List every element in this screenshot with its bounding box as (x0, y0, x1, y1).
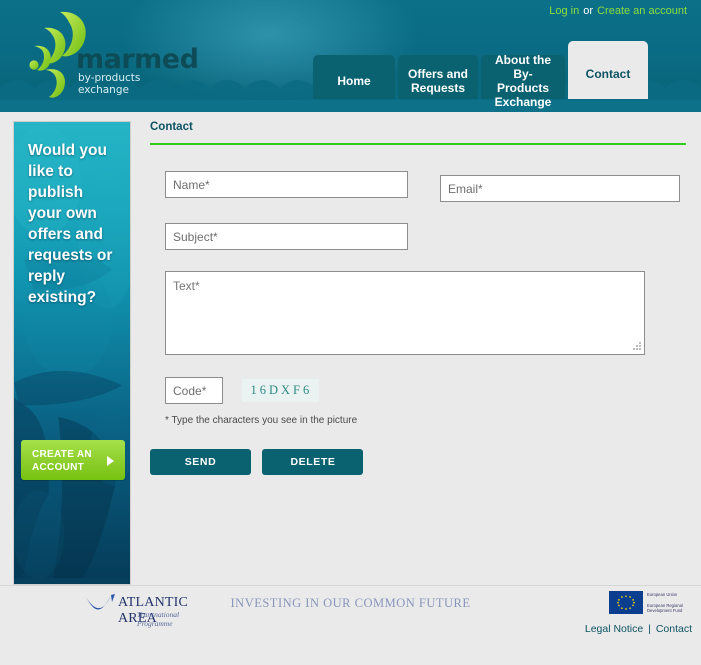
eu-funding-block: European Union European Regional Develop… (609, 589, 693, 619)
tab-about-the-by-products-exchange[interactable]: About the By-Products Exchange (481, 53, 565, 109)
create-account-button-label: CREATE AN ACCOUNT (32, 449, 92, 473)
eu-fund-label: European Regional Development Fund (647, 603, 683, 613)
main-navigation: Home Offers and Requests About the By-Pr… (313, 41, 648, 109)
play-arrow-icon (107, 456, 114, 466)
captcha-row: 16DXF6 (165, 377, 320, 404)
captcha-code-input[interactable] (165, 377, 223, 404)
topbar-separator: or (583, 5, 594, 17)
site-logo[interactable]: marmed by-products exchange (14, 8, 199, 100)
send-button[interactable]: SEND (150, 449, 251, 475)
create-account-button[interactable]: CREATE AN ACCOUNT (21, 440, 125, 480)
create-account-link[interactable]: Create an account (597, 5, 687, 17)
delete-button[interactable]: DELETE (262, 449, 364, 475)
eu-flag-icon (609, 591, 643, 614)
legal-notice-link[interactable]: Legal Notice (585, 623, 643, 635)
footer-links: Legal Notice | Contact (585, 623, 692, 635)
contact-form: 16DXF6 * Type the characters you see in … (150, 171, 687, 641)
subject-input[interactable] (165, 223, 408, 250)
main-content: Contact 16DXF6 * Type the characters you… (150, 121, 687, 641)
tab-contact[interactable]: Contact (568, 41, 648, 99)
message-textarea[interactable] (165, 271, 645, 355)
site-footer: ATLANTIC AREA Transnational Programme IN… (0, 585, 701, 665)
form-actions: SEND DELETE (150, 449, 364, 475)
title-underline (150, 143, 686, 145)
footer-links-separator: | (648, 623, 651, 635)
sidebar-promo-heading: Would you like to publish your own offer… (28, 142, 113, 306)
header-lower-band (0, 99, 701, 112)
login-link[interactable]: Log in (549, 5, 579, 17)
atlantic-area-subtitle: Transnational Programme (137, 610, 180, 628)
eu-funding-texts: European Union European Regional Develop… (647, 592, 693, 613)
name-input[interactable] (165, 171, 408, 198)
site-header: Log in or Create an account marmed by-pr… (0, 0, 701, 112)
message-field-wrapper (165, 271, 645, 355)
topbar-auth-links: Log in or Create an account (549, 0, 687, 22)
logo-wordmark: marmed (76, 44, 199, 75)
captcha-image: 16DXF6 (242, 379, 320, 402)
page-body: Would you like to publish your own offer… (0, 112, 701, 585)
email-input[interactable] (440, 175, 680, 202)
sidebar-promo-panel[interactable]: Would you like to publish your own offer… (13, 121, 131, 585)
captcha-hint: * Type the characters you see in the pic… (165, 415, 358, 426)
resize-handle-icon[interactable] (633, 342, 642, 351)
footer-contact-link[interactable]: Contact (656, 623, 692, 635)
eu-union-label: European Union (647, 592, 678, 597)
page-title: Contact (150, 121, 193, 133)
tab-home[interactable]: Home (313, 55, 395, 99)
tab-offers-and-requests[interactable]: Offers and Requests (398, 55, 478, 99)
footer-slogan: INVESTING IN OUR COMMON FUTURE (230, 596, 471, 610)
logo-tagline: by-products exchange (78, 72, 141, 96)
